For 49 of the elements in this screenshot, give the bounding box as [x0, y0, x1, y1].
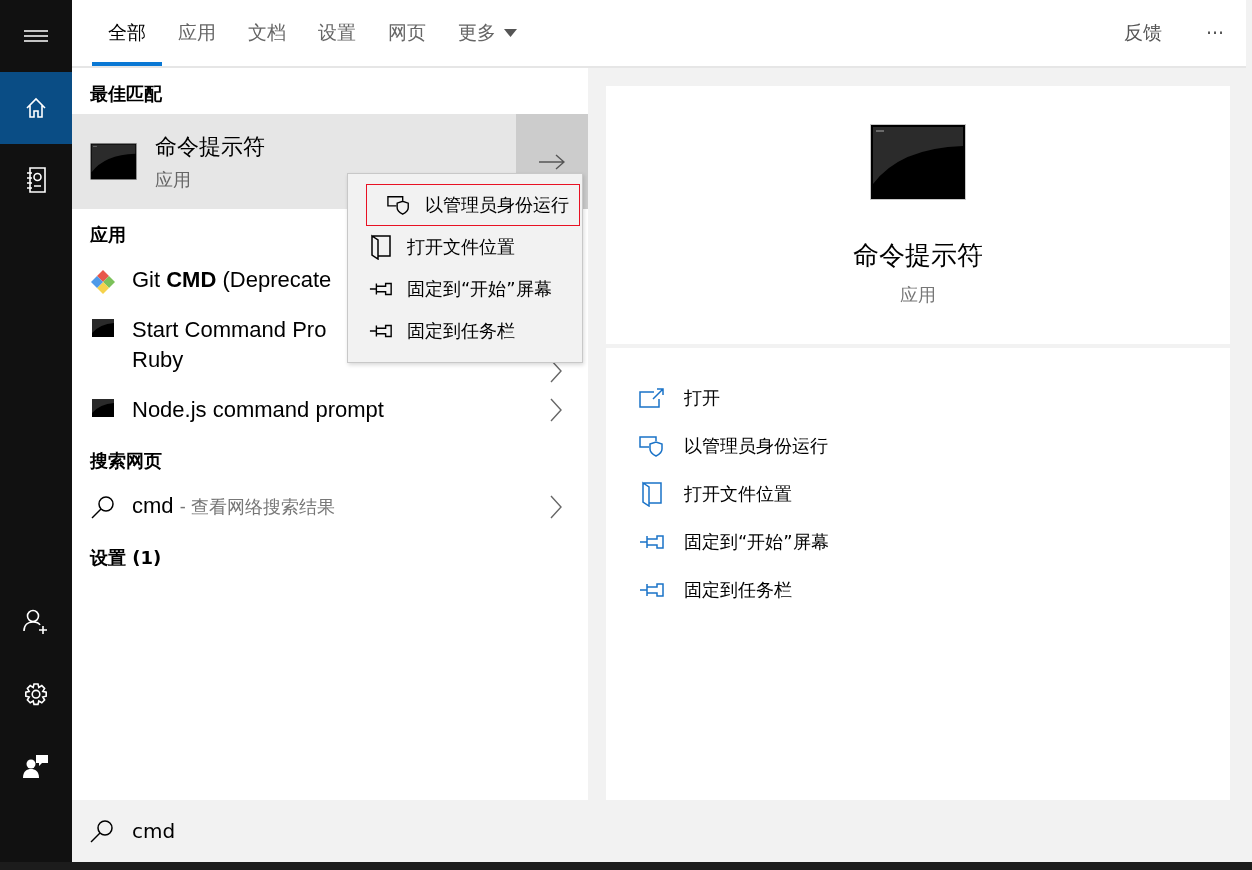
tab[interactable]: 更多	[442, 0, 533, 66]
preview-title: 命令提示符	[853, 239, 983, 272]
shield-icon	[387, 194, 411, 216]
open-external-icon	[639, 388, 665, 408]
home-icon	[25, 97, 47, 119]
pin-icon	[639, 582, 665, 598]
shield-icon	[639, 435, 665, 457]
menu-item[interactable]: 打开文件位置	[366, 226, 580, 268]
folder-icon	[641, 481, 663, 507]
tab[interactable]: 网页	[372, 0, 442, 66]
action-link[interactable]: 打开	[638, 374, 720, 422]
notebook-icon	[26, 167, 46, 193]
toolbar-button[interactable]: ···	[1183, 0, 1246, 66]
feedback-icon	[23, 753, 49, 779]
console-icon	[92, 319, 114, 337]
menu-item[interactable]: 以管理员身份运行	[366, 184, 580, 226]
best-match-item[interactable]: 命令提示符 应用	[72, 114, 332, 209]
section-heading: 搜索网页	[89, 449, 163, 473]
pin-icon	[369, 281, 393, 297]
search-icon	[90, 819, 114, 843]
pin-icon	[369, 323, 393, 339]
diamond-icon	[90, 269, 116, 295]
tab[interactable]: 文档	[232, 0, 302, 66]
menu-item[interactable]: 固定到“开始”屏幕	[366, 268, 580, 310]
section-heading: 设置 (1)	[88, 546, 163, 570]
section-heading: 应用	[89, 223, 127, 247]
folder-icon	[370, 234, 392, 260]
tab[interactable]: 应用	[162, 0, 232, 66]
section-heading: 最佳匹配	[89, 82, 163, 106]
search-icon	[91, 495, 115, 519]
search-field[interactable]: cmd	[130, 818, 434, 844]
tab[interactable]: 设置	[302, 0, 372, 66]
arrow-right-icon	[539, 153, 565, 170]
toolbar-button[interactable]: 反馈	[1101, 0, 1184, 66]
action-link[interactable]: 以管理员身份运行	[638, 422, 828, 470]
action-link[interactable]: 固定到任务栏	[638, 566, 792, 614]
console-icon	[92, 399, 114, 417]
preview-subtitle: 应用	[900, 283, 936, 307]
console-icon	[90, 143, 137, 180]
web-search-result[interactable]: cmd - 查看网络搜索结果	[72, 481, 588, 532]
person-add-icon	[23, 609, 49, 635]
app-result[interactable]: Node.js command prompt	[72, 385, 588, 435]
menu-item[interactable]: 固定到任务栏	[366, 310, 580, 352]
action-link[interactable]: 打开文件位置	[638, 470, 792, 518]
console-icon	[870, 124, 966, 200]
pin-icon	[639, 534, 665, 550]
menu-icon	[24, 29, 48, 43]
settings-icon	[23, 681, 49, 707]
action-link[interactable]: 固定到“开始”屏幕	[638, 518, 829, 566]
